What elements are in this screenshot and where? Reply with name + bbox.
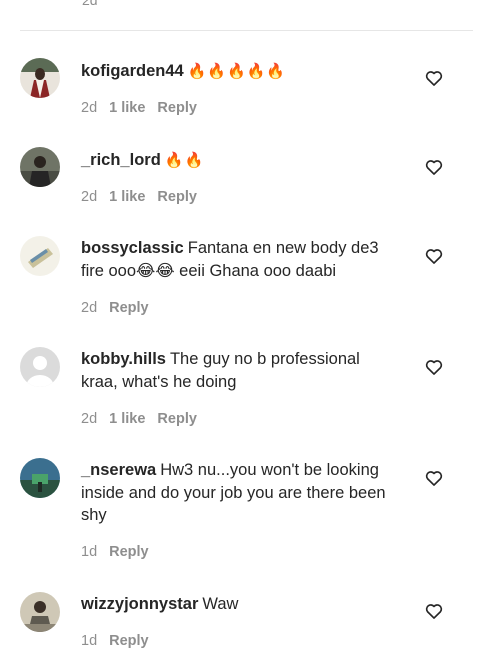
heart-outline-icon[interactable]	[424, 601, 444, 621]
reply-button[interactable]: Reply	[109, 633, 149, 649]
like-count[interactable]: 1 like	[109, 411, 145, 427]
like-count[interactable]: 1 like	[109, 100, 145, 116]
reply-button[interactable]: Reply	[157, 100, 197, 116]
reply-button[interactable]: Reply	[157, 411, 197, 427]
heart-outline-icon[interactable]	[424, 246, 444, 266]
heart-outline-icon[interactable]	[424, 468, 444, 488]
avatar[interactable]	[20, 347, 60, 387]
comment-username[interactable]: _rich_lord	[81, 151, 161, 169]
avatar[interactable]	[20, 147, 60, 187]
comment-time: 2d	[81, 100, 98, 116]
reply-button[interactable]: Reply	[109, 300, 149, 316]
comment-text: Waw	[202, 595, 239, 613]
comment-username[interactable]: wizzyjonnystar	[81, 595, 198, 613]
heart-outline-icon[interactable]	[424, 68, 444, 88]
comment-username[interactable]: kofigarden44	[81, 62, 184, 80]
reply-button[interactable]: Reply	[157, 189, 197, 205]
heart-outline-icon[interactable]	[424, 357, 444, 377]
avatar[interactable]	[20, 458, 60, 498]
comment-username[interactable]: bossyclassic	[81, 239, 184, 257]
comment-username[interactable]: _nserewa	[81, 461, 156, 479]
like-count[interactable]: 1 like	[109, 189, 145, 205]
comment-time: 1d	[81, 633, 98, 649]
comment-username[interactable]: kobby.hills	[81, 350, 166, 368]
comment-time: 1d	[81, 544, 98, 560]
avatar[interactable]	[20, 58, 60, 98]
avatar[interactable]	[20, 592, 60, 632]
comment-text: 🔥🔥	[164, 152, 205, 169]
comment-time: 2d	[81, 411, 98, 427]
comment-text: 🔥🔥🔥🔥🔥	[187, 63, 287, 80]
heart-outline-icon[interactable]	[424, 157, 444, 177]
comment-time: 2d	[81, 300, 98, 316]
divider	[20, 30, 473, 31]
comment-time: 2d	[81, 189, 98, 205]
previous-comment-time: 2d	[82, 0, 98, 8]
avatar[interactable]	[20, 236, 60, 276]
reply-button[interactable]: Reply	[109, 544, 149, 560]
